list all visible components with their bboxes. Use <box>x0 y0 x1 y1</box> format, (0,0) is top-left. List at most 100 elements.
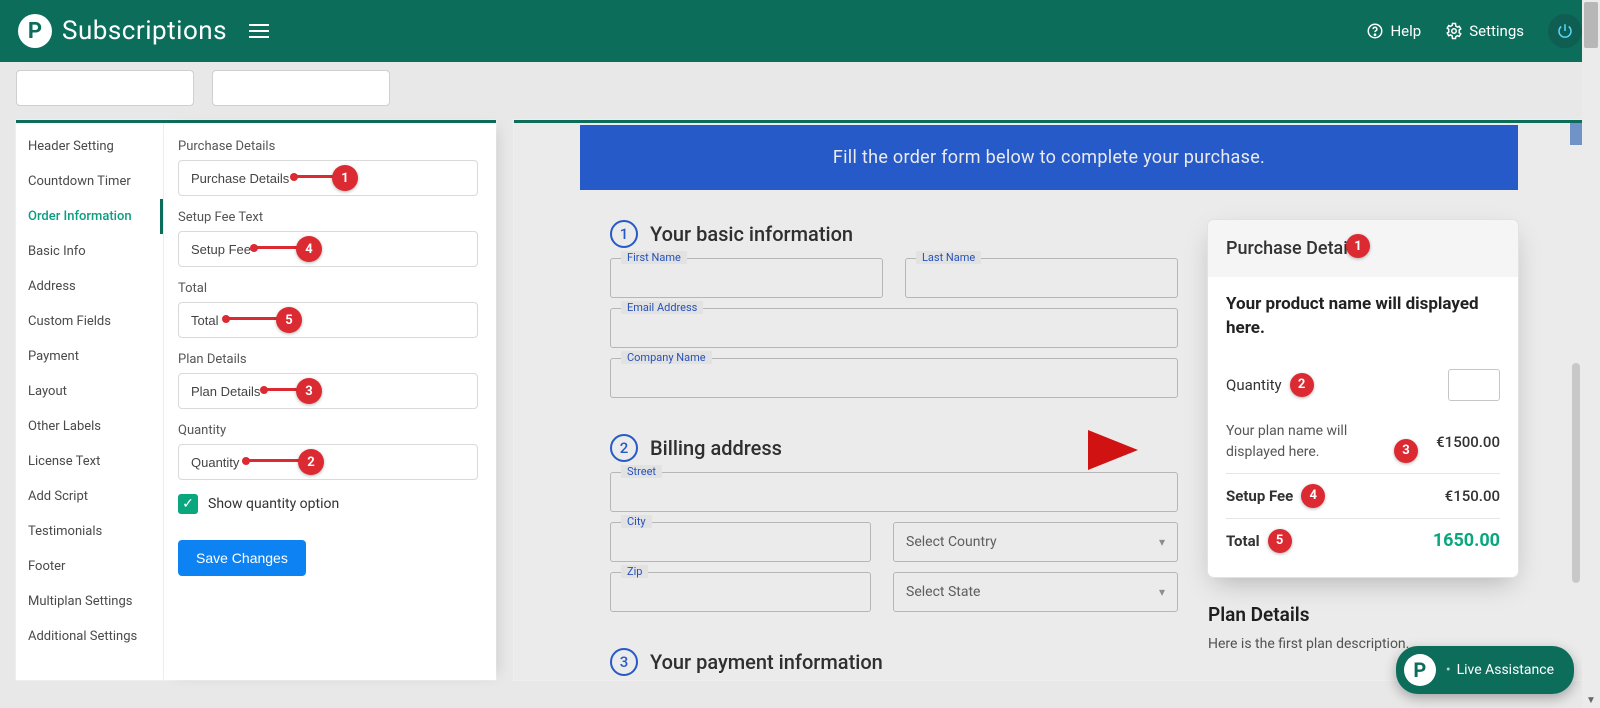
purchase-details-box: Purchase Details 1 Your product name wil… <box>1208 220 1518 577</box>
step-1-circle: 1 <box>610 220 638 248</box>
preview-badge-3: 3 <box>1394 439 1418 463</box>
top-filter-2[interactable] <box>212 70 390 106</box>
preview-badge-5: 5 <box>1268 529 1292 553</box>
save-changes-button[interactable]: Save Changes <box>178 540 306 576</box>
gear-icon <box>1445 22 1463 40</box>
step-2-title: Billing address <box>650 436 782 460</box>
quantity-stepper[interactable] <box>1448 369 1500 401</box>
last-name-input[interactable]: Last Name <box>905 258 1178 298</box>
config-sidebar: Header Setting Countdown Timer Order Inf… <box>16 123 164 680</box>
annotation-badge-4: 4 <box>296 236 322 262</box>
first-name-input[interactable]: First Name <box>610 258 883 298</box>
nav-basic-info[interactable]: Basic Info <box>16 234 163 269</box>
step-3-title: Your payment information <box>650 650 883 674</box>
live-assistance-label: Live Assistance <box>1457 662 1554 678</box>
plan-details-heading: Plan Details <box>1208 603 1518 626</box>
nav-add-script[interactable]: Add Script <box>16 479 163 514</box>
order-info-form: Purchase Details 1 Setup Fee Text 4 Tota… <box>164 123 496 680</box>
nav-countdown-timer[interactable]: Countdown Timer <box>16 164 163 199</box>
help-button[interactable]: Help <box>1366 22 1421 40</box>
city-label: City <box>621 515 652 528</box>
hamburger-menu-icon[interactable] <box>249 20 269 42</box>
purchase-details-heading: Purchase Details 1 <box>1208 220 1518 277</box>
settings-label: Settings <box>1469 22 1524 40</box>
nav-testimonials[interactable]: Testimonials <box>16 514 163 549</box>
street-input[interactable]: Street <box>610 472 1178 512</box>
zip-input[interactable]: Zip <box>610 572 871 612</box>
annotation-dot-1 <box>290 173 298 181</box>
annotation-dot-3 <box>260 386 268 394</box>
country-select[interactable]: Select Country▾ <box>893 522 1178 562</box>
company-input[interactable]: Company Name <box>610 358 1178 398</box>
total-value: 1650.00 <box>1433 530 1500 551</box>
annotation-dot-5 <box>222 315 230 323</box>
street-label: Street <box>621 465 662 478</box>
live-assistance-pill[interactable]: P • Live Assistance <box>1396 646 1574 694</box>
annotation-line-4 <box>256 246 298 249</box>
annotation-badge-3: 3 <box>296 378 322 404</box>
page-scrollbar[interactable]: ▼ <box>1582 0 1600 708</box>
annotation-line-2 <box>248 459 300 462</box>
settings-button[interactable]: Settings <box>1445 22 1524 40</box>
state-select[interactable]: Select State ▾ <box>893 572 1178 612</box>
plan-name-text: Your plan name will displayed here. <box>1226 421 1386 463</box>
email-label: Email Address <box>621 301 703 314</box>
purchase-details-label: Purchase Details <box>178 139 478 154</box>
plan-details-input[interactable] <box>178 373 478 409</box>
nav-custom-fields[interactable]: Custom Fields <box>16 304 163 339</box>
purchase-details-input[interactable] <box>178 160 478 196</box>
chevron-down-icon: ▾ <box>1159 535 1165 549</box>
city-input[interactable]: City <box>610 522 871 562</box>
nav-footer[interactable]: Footer <box>16 549 163 584</box>
first-name-label: First Name <box>621 251 687 264</box>
setup-fee-input[interactable] <box>178 231 478 267</box>
nav-payment[interactable]: Payment <box>16 339 163 374</box>
last-name-label: Last Name <box>916 251 981 264</box>
state-placeholder: Select State <box>906 584 980 600</box>
email-input[interactable]: Email Address <box>610 308 1178 348</box>
nav-layout[interactable]: Layout <box>16 374 163 409</box>
zip-label: Zip <box>621 565 648 578</box>
step-2-circle: 2 <box>610 434 638 462</box>
chevron-down-icon: ▾ <box>1159 585 1165 599</box>
preview-scrollbar[interactable] <box>1572 363 1580 583</box>
preview-banner: Fill the order form below to complete yo… <box>580 125 1518 190</box>
setup-fee-text: Setup Fee <box>1226 487 1293 505</box>
company-label: Company Name <box>621 351 712 364</box>
annotation-badge-1: 1 <box>332 165 358 191</box>
nav-license-text[interactable]: License Text <box>16 444 163 479</box>
app-header: P Subscriptions Help Settings <box>0 0 1600 62</box>
app-title: Subscriptions <box>62 16 227 46</box>
nav-order-information[interactable]: Order Information <box>16 199 163 234</box>
nav-address[interactable]: Address <box>16 269 163 304</box>
quantity-text: Quantity <box>1226 376 1282 394</box>
quantity-label: Quantity <box>178 423 478 438</box>
help-label: Help <box>1390 22 1421 40</box>
power-button[interactable] <box>1548 14 1582 48</box>
top-filter-1[interactable] <box>16 70 194 106</box>
left-panel: Header Setting Countdown Timer Order Inf… <box>16 120 496 680</box>
annotation-badge-5: 5 <box>276 307 302 333</box>
preview-badge-1: 1 <box>1346 234 1370 258</box>
help-icon <box>1366 22 1384 40</box>
annotation-line-5 <box>228 317 278 320</box>
nav-additional-settings[interactable]: Additional Settings <box>16 619 163 654</box>
step-3-circle: 3 <box>610 648 638 676</box>
live-assistance-logo: P <box>1404 654 1436 686</box>
logo-badge: P <box>18 14 52 48</box>
quantity-input[interactable] <box>178 444 478 480</box>
nav-other-labels[interactable]: Other Labels <box>16 409 163 444</box>
nav-header-setting[interactable]: Header Setting <box>16 129 163 164</box>
setup-fee-label: Setup Fee Text <box>178 210 478 225</box>
plan-price: €1500.00 <box>1436 433 1500 451</box>
preview-panel: Fill the order form below to complete yo… <box>514 120 1584 680</box>
show-quantity-label: Show quantity option <box>208 496 339 512</box>
annotation-badge-2: 2 <box>298 449 324 475</box>
power-icon <box>1556 22 1574 40</box>
product-name-text: Your product name will displayed here. <box>1226 293 1500 341</box>
annotation-line-3 <box>266 388 298 391</box>
total-text: Total <box>1226 532 1260 550</box>
plan-details-label: Plan Details <box>178 352 478 367</box>
show-quantity-checkbox[interactable]: ✓ <box>178 494 198 514</box>
nav-multiplan-settings[interactable]: Multiplan Settings <box>16 584 163 619</box>
